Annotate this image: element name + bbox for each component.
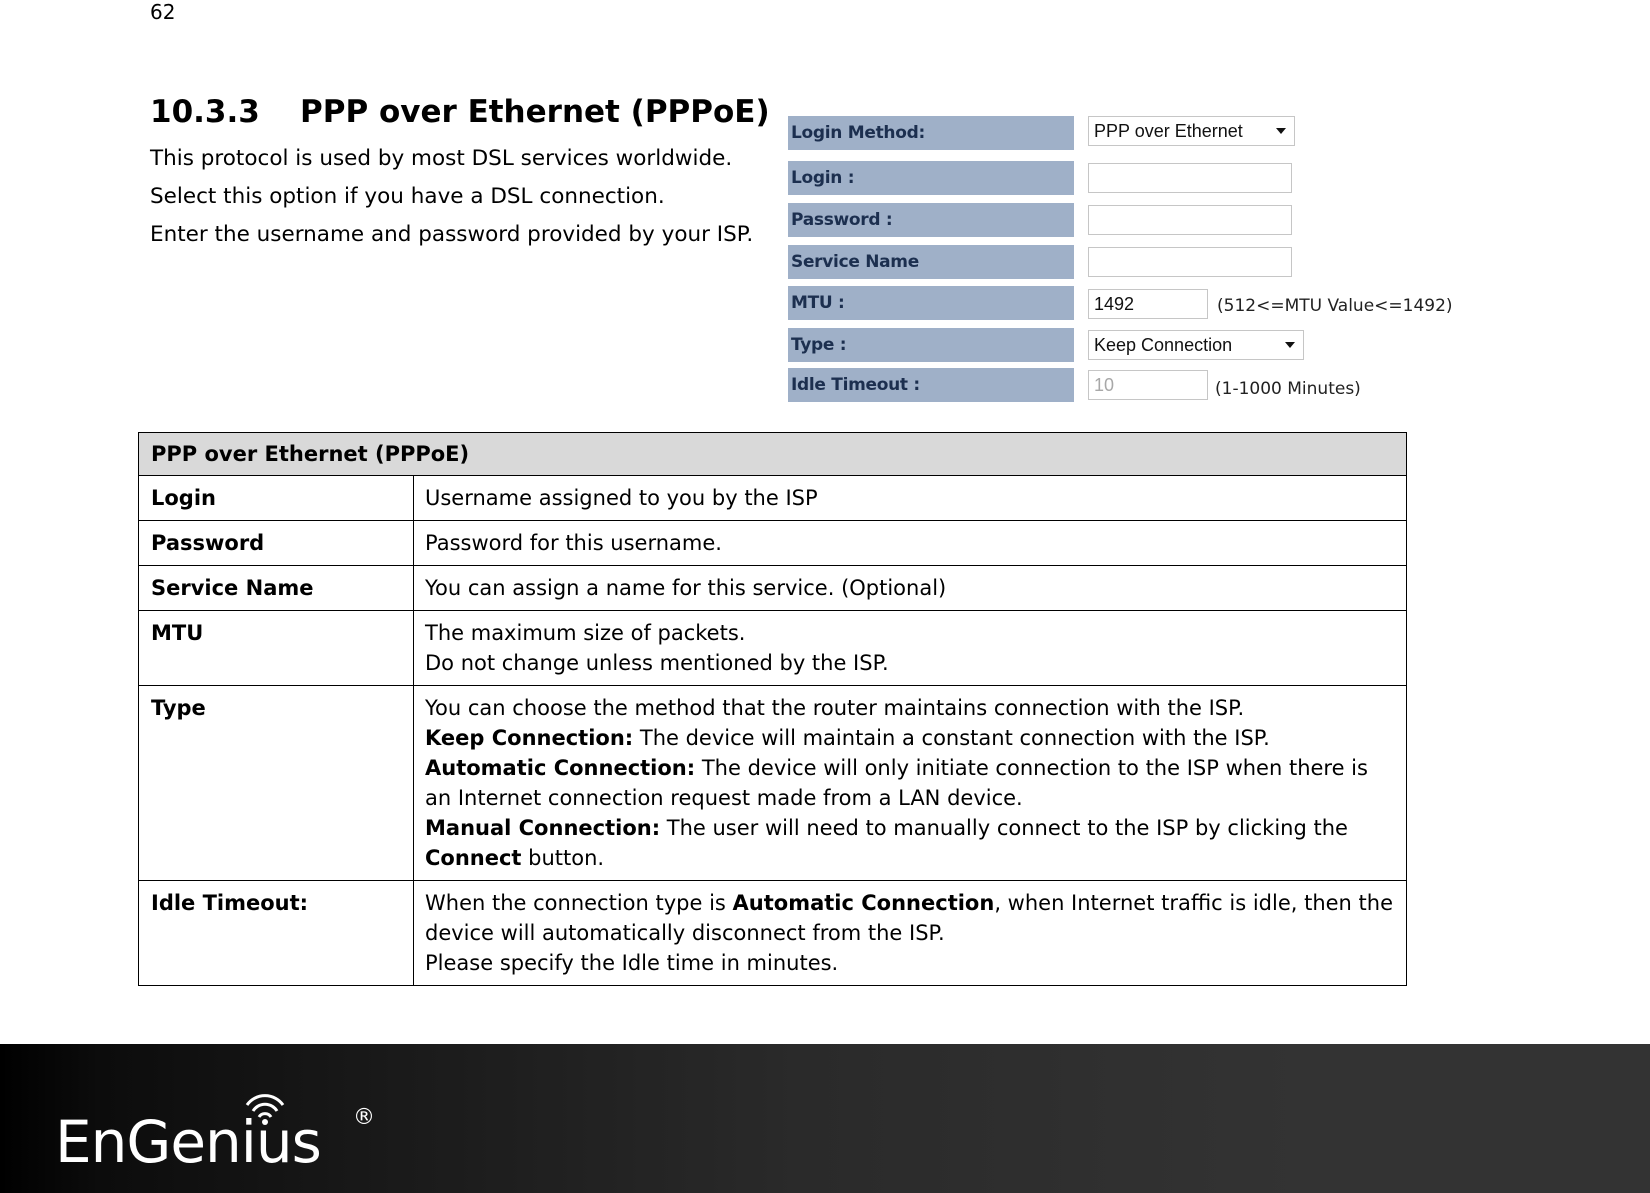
intro-line: Select this option if you have a DSL con… <box>150 184 665 209</box>
row-value: When the connection type is Automatic Co… <box>413 880 1407 986</box>
password-input[interactable] <box>1088 205 1292 235</box>
table-row: Type You can choose the method that the … <box>138 685 1407 881</box>
type-select[interactable]: Keep Connection <box>1088 330 1304 360</box>
idle-timeout-label: Idle Timeout : <box>788 368 1074 402</box>
intro-line: This protocol is used by most DSL servic… <box>150 146 733 171</box>
row-value: You can assign a name for this service. … <box>413 565 1407 611</box>
value-line: Keep Connection: The device will maintai… <box>425 723 1395 753</box>
row-key: Password <box>138 520 414 566</box>
pppoe-description-table: PPP over Ethernet (PPPoE) Login Username… <box>138 432 1407 986</box>
service-name-label: Service Name <box>788 245 1074 279</box>
value-line: You can choose the method that the route… <box>425 696 1245 720</box>
table-header-row: PPP over Ethernet (PPPoE) <box>138 432 1407 476</box>
idle-timeout-hint: (1-1000 Minutes) <box>1215 379 1361 399</box>
row-value: The maximum size of packets. Do not chan… <box>413 610 1407 686</box>
engenius-logo: EnGenius ® <box>55 1093 385 1173</box>
value-line: The maximum size of packets. <box>425 621 746 645</box>
mtu-label: MTU : <box>788 286 1074 320</box>
pppoe-settings-form: Login Method: PPP over Ethernet Login : … <box>788 114 1468 406</box>
row-key: Service Name <box>138 565 414 611</box>
table-row: Idle Timeout: When the connection type i… <box>138 880 1407 986</box>
row-key: Type <box>138 685 414 881</box>
manual-connection-tail: button. <box>521 846 605 870</box>
value-line: When the connection type is Automatic Co… <box>425 888 1395 948</box>
table-header: PPP over Ethernet (PPPoE) <box>138 432 1407 476</box>
row-value: Password for this username. <box>413 520 1407 566</box>
row-value: Username assigned to you by the ISP <box>413 475 1407 521</box>
table-row: MTU The maximum size of packets. Do not … <box>138 610 1407 686</box>
automatic-connection-term: Automatic Connection: <box>425 756 696 780</box>
value-line: Please specify the Idle time in minutes. <box>425 951 839 975</box>
value-line: Manual Connection: The user will need to… <box>425 813 1395 873</box>
row-key: Idle Timeout: <box>138 880 414 986</box>
login-label: Login : <box>788 161 1074 195</box>
page-number: 62 <box>150 0 176 24</box>
manual-connection-term: Manual Connection: <box>425 816 661 840</box>
mtu-hint: (512<=MTU Value<=1492) <box>1217 296 1453 316</box>
chevron-down-icon <box>1276 128 1286 134</box>
login-method-select[interactable]: PPP over Ethernet <box>1088 116 1295 146</box>
row-key: Login <box>138 475 414 521</box>
login-method-value: PPP over Ethernet <box>1094 120 1243 141</box>
table-row: Password Password for this username. <box>138 520 1407 566</box>
value-line: Automatic Connection: The device will on… <box>425 753 1395 813</box>
automatic-connection-term: Automatic Connection <box>732 891 995 915</box>
type-label: Type : <box>788 328 1074 362</box>
intro-line: Enter the username and password provided… <box>150 222 754 247</box>
keep-connection-text: The device will maintain a constant conn… <box>633 726 1270 750</box>
table-row: Login Username assigned to you by the IS… <box>138 475 1407 521</box>
section-number: 10.3.3 <box>150 94 260 130</box>
idle-timeout-input[interactable]: 10 <box>1088 370 1208 400</box>
section-title: PPP over Ethernet (PPPoE) <box>300 94 770 130</box>
registered-mark: ® <box>353 1105 375 1130</box>
idle-text-pre: When the connection type is <box>425 891 733 915</box>
service-name-input[interactable] <box>1088 247 1292 277</box>
chevron-down-icon <box>1285 342 1295 348</box>
row-key: MTU <box>138 610 414 686</box>
keep-connection-term: Keep Connection: <box>425 726 634 750</box>
row-value: You can choose the method that the route… <box>413 685 1407 881</box>
password-label: Password : <box>788 203 1074 237</box>
brand-name: EnGenius <box>55 1108 322 1176</box>
mtu-input[interactable]: 1492 <box>1088 289 1208 319</box>
type-value: Keep Connection <box>1094 334 1233 355</box>
section-heading: 10.3.3 PPP over Ethernet (PPPoE) <box>150 94 770 130</box>
connect-button-term: Connect <box>425 846 522 870</box>
manual-connection-text: The user will need to manually connect t… <box>660 816 1348 840</box>
login-input[interactable] <box>1088 163 1292 193</box>
table-row: Service Name You can assign a name for t… <box>138 565 1407 611</box>
value-line: Do not change unless mentioned by the IS… <box>425 651 889 675</box>
login-method-label: Login Method: <box>788 116 1074 150</box>
